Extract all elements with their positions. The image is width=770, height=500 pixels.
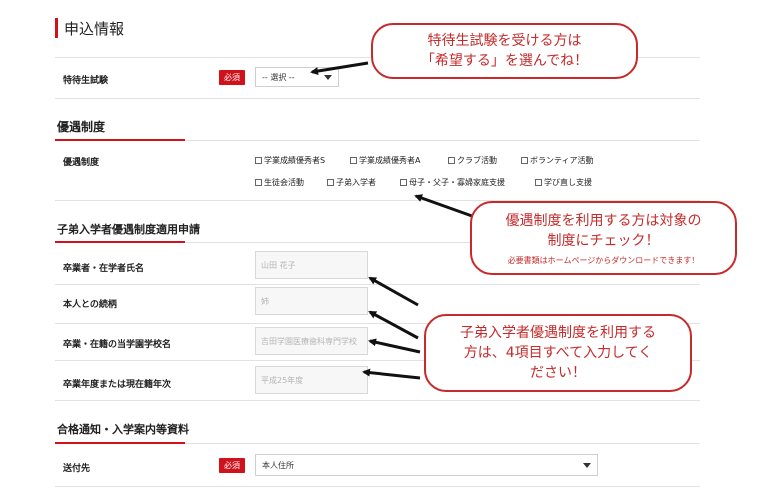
callout-child-enrollment: 子弟入学者優遇制度を利用する 方は、4項目すべて入力してく ださい！ <box>424 314 692 392</box>
callout-preferential: 優遇制度を利用する方は対象の 制度にチェック！ 必要書類はホームページからダウン… <box>470 201 737 275</box>
arrow-to-name-input <box>368 276 419 307</box>
callout-exam: 特待生試験を受ける方は 「希望する」を選んでね！ <box>371 23 638 79</box>
arrow-to-exam-select <box>310 61 369 75</box>
arrow-to-school-input <box>368 338 421 354</box>
arrow-to-single-parent <box>414 194 473 218</box>
arrow-to-year-input <box>362 368 421 380</box>
arrow-to-relationship-input <box>368 310 419 340</box>
